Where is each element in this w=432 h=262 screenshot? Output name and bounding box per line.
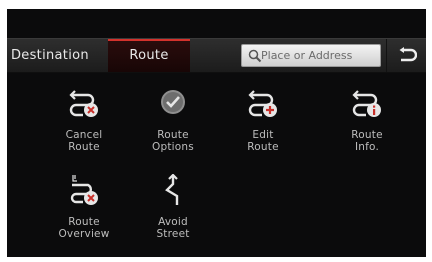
search-icon [248,49,262,63]
route-info-label-line2: Info. [354,141,380,153]
back-arrow-icon [399,47,417,62]
search-box[interactable] [241,44,381,67]
tab-route[interactable]: Route [108,39,190,72]
route-info-label-line1: Route [351,129,383,141]
route-options-label-line2: Options [152,141,194,153]
search-input[interactable] [261,47,376,64]
navigation-screen: Destination Route Cancel Route [7,9,426,257]
edit-route-button[interactable]: Edit Route [223,87,303,171]
edit-route-label: Edit Route [223,129,303,153]
route-info-label: Route Info. [327,129,407,153]
back-button[interactable] [386,39,426,72]
edit-route-label-line1: Edit [252,129,274,141]
top-bar: Destination Route [7,38,426,73]
cancel-route-label-line2: Route [68,141,100,153]
route-options-label: Route Options [133,129,213,153]
route-overview-label-line1: Route [68,216,100,228]
route-info-button[interactable]: Route Info. [327,87,407,171]
tab-destination[interactable]: Destination [7,39,107,72]
route-options-label-line1: Route [157,129,189,141]
route-overview-label: Route Overview [44,216,124,240]
avoid-street-label-line1: Avoid [158,216,188,228]
avoid-street-label: Avoid Street [133,216,213,240]
route-info-icon [352,90,381,117]
route-overview-label-line2: Overview [58,228,110,240]
cancel-route-icon [69,90,98,117]
avoid-street-label-line2: Street [156,228,190,240]
route-overview-button[interactable]: Route Overview [44,174,124,257]
cancel-route-label-line1: Cancel [65,129,103,141]
route-options-icon [161,90,185,114]
cancel-route-button[interactable]: Cancel Route [44,87,124,171]
edit-route-icon [248,90,277,117]
avoid-street-icon [165,174,179,205]
route-overview-icon [70,175,98,205]
route-options-button[interactable]: Route Options [133,87,213,171]
cancel-route-label: Cancel Route [44,129,124,153]
avoid-street-button[interactable]: Avoid Street [133,174,213,257]
edit-route-label-line2: Route [247,141,279,153]
